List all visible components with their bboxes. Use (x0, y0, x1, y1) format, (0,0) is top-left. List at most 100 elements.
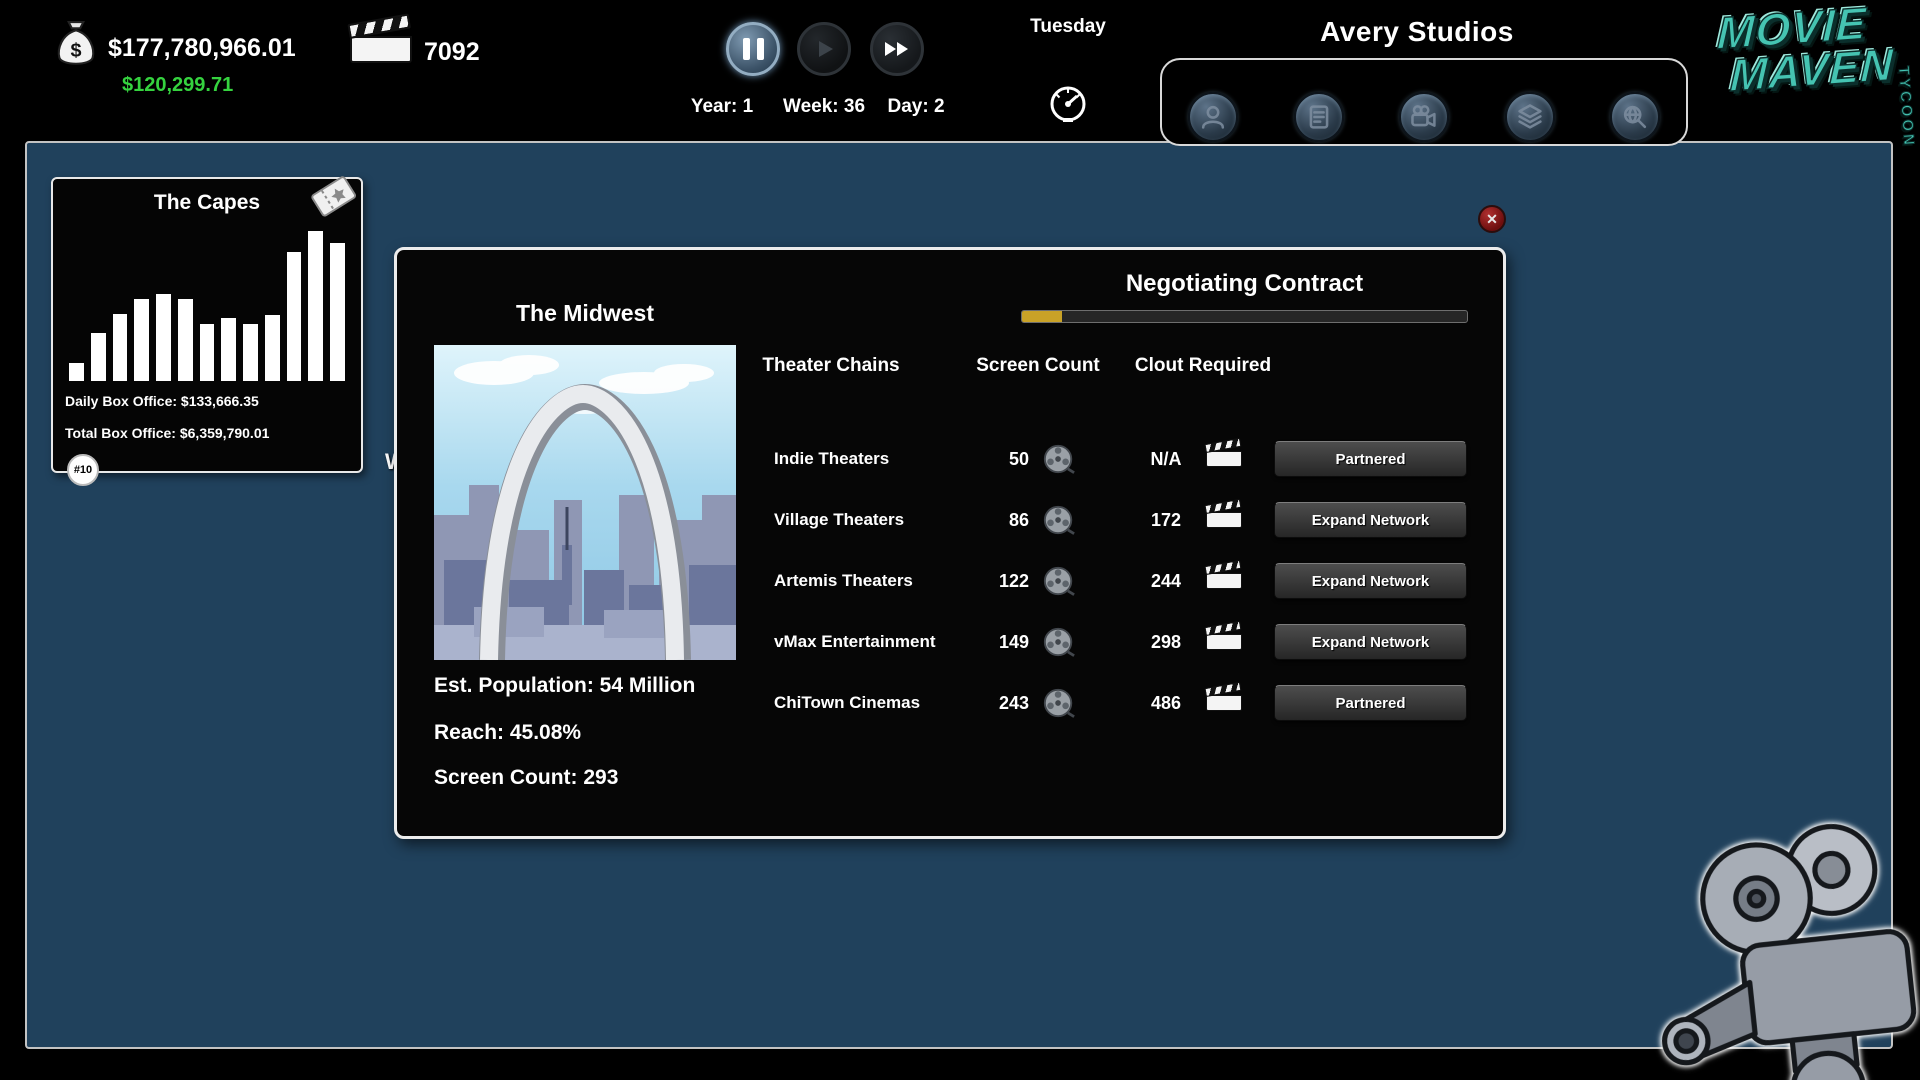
theater-screen-count: 243 (979, 683, 1029, 723)
film-reel-icon (1042, 686, 1076, 725)
money-bag-icon: $ (55, 20, 97, 75)
pause-icon (743, 38, 764, 60)
negotiation-progress-fill (1022, 311, 1062, 322)
close-icon[interactable]: ✕ (1478, 205, 1506, 233)
chart-bar (200, 324, 215, 381)
playfield: W The Capes Daily Box Office: $133,666.3… (25, 141, 1893, 1049)
year-label: Year: 1 (691, 96, 753, 118)
negotiation-progress (1021, 310, 1468, 323)
studio-name: Avery Studios (1320, 16, 1514, 48)
theater-row: Indie Theaters 50 N/A Partnered (774, 439, 1474, 479)
game-logo: MOVIE MAVEN TYCOON (1716, 0, 1919, 202)
column-header-clout: Clout Required (1133, 354, 1273, 377)
theater-row: ChiTown Cinemas 243 486 Partnered (774, 683, 1474, 723)
theater-screen-count: 149 (979, 622, 1029, 662)
film-projector-graphic (1613, 783, 1920, 1080)
clout-total: 7092 (424, 38, 480, 67)
clapperboard-icon (350, 24, 412, 63)
theater-name: Artemis Theaters (774, 561, 913, 601)
clapperboard-icon (1206, 505, 1242, 528)
est-population: Est. Population: 54 Million (434, 674, 695, 698)
clapperboard-icon (1206, 444, 1242, 467)
chart-bar (69, 363, 84, 381)
movie-performance-card[interactable]: The Capes Daily Box Office: $133,666.35 … (51, 177, 363, 473)
theater-action-button[interactable]: Partnered (1274, 441, 1467, 477)
chart-bar (265, 315, 280, 381)
theater-row: Artemis Theaters 122 244 Expand Network (774, 561, 1474, 601)
chart-bar (308, 231, 323, 381)
theater-name: Indie Theaters (774, 439, 889, 479)
theater-clout-required: 244 (1136, 561, 1196, 601)
pause-button[interactable] (726, 22, 780, 76)
theater-action-button[interactable]: Expand Network (1274, 563, 1467, 599)
movie-title: The Capes (154, 191, 260, 215)
production-menu-button[interactable] (1399, 92, 1449, 142)
chart-bar (178, 299, 193, 382)
region-image-gateway-arch (434, 345, 736, 660)
theater-clout-required: N/A (1136, 439, 1196, 479)
theater-action-button[interactable]: Expand Network (1274, 624, 1467, 660)
game-screen: W The Capes Daily Box Office: $133,666.3… (0, 0, 1920, 1080)
chart-bar (156, 294, 171, 381)
profile-menu-button[interactable] (1188, 92, 1238, 142)
theater-action-button[interactable]: Expand Network (1274, 502, 1467, 538)
clapperboard-icon (1206, 566, 1242, 589)
profile-icon (1198, 102, 1228, 132)
play-button[interactable] (797, 22, 851, 76)
day-label: Day: 2 (887, 96, 944, 118)
svg-text:$: $ (70, 39, 81, 61)
daily-box-office: Daily Box Office: $133,666.35 (65, 393, 259, 409)
assets-menu-button[interactable] (1505, 92, 1555, 142)
chart-bar (91, 333, 106, 381)
theater-clout-required: 172 (1136, 500, 1196, 540)
box-office-chart (69, 231, 345, 381)
fast-forward-icon (882, 37, 912, 61)
week-label: Week: 36 (783, 96, 865, 118)
total-box-office: Total Box Office: $6,359,790.01 (65, 425, 269, 441)
logo-word-maven: MAVEN (1729, 42, 1910, 98)
menu-tab (1160, 58, 1688, 146)
contract-scroll-icon (1304, 102, 1334, 132)
theater-clout-required: 486 (1136, 683, 1196, 723)
theater-screen-count: 122 (979, 561, 1029, 601)
film-reel-icon (1042, 442, 1076, 481)
theater-name: Village Theaters (774, 500, 904, 540)
chart-bar (113, 314, 128, 382)
theater-action-button[interactable]: Partnered (1274, 685, 1467, 721)
screen-count: Screen Count: 293 (434, 766, 618, 790)
contracts-menu-button[interactable] (1294, 92, 1344, 142)
negotiation-title: Negotiating Contract (1021, 270, 1468, 298)
search-globe-icon (1620, 102, 1650, 132)
chart-bar (134, 299, 149, 382)
movie-camera-icon (1409, 102, 1439, 132)
reach: Reach: 45.08% (434, 721, 581, 745)
cash-change: $120,299.71 (122, 74, 233, 97)
theater-name: ChiTown Cinemas (774, 683, 920, 723)
theater-name: vMax Entertainment (774, 622, 936, 662)
column-header-theater: Theater Chains (761, 354, 901, 377)
chart-bar (243, 324, 258, 381)
speed-gauge-icon[interactable] (1046, 82, 1090, 131)
film-reel-icon (1042, 564, 1076, 603)
film-reel-icon (1042, 625, 1076, 664)
fast-forward-button[interactable] (870, 22, 924, 76)
negotiation-modal: The Midwest (394, 247, 1506, 839)
region-title: The Midwest (516, 300, 654, 327)
theater-row: vMax Entertainment 149 298 Expand Networ… (774, 622, 1474, 662)
chart-bar (330, 243, 345, 381)
chart-bar (221, 318, 236, 381)
theater-screen-count: 50 (979, 439, 1029, 479)
column-header-screens: Screen Count (968, 354, 1108, 377)
clapperboard-icon (1206, 688, 1242, 711)
theater-row: Village Theaters 86 172 Expand Network (774, 500, 1474, 540)
research-menu-button[interactable] (1610, 92, 1660, 142)
film-reel-icon (1042, 503, 1076, 542)
weekday-label: Tuesday (1030, 16, 1106, 38)
theater-screen-count: 86 (979, 500, 1029, 540)
rank-badge: #10 (67, 454, 99, 486)
cash-total: $177,780,966.01 (108, 34, 296, 63)
theater-clout-required: 298 (1136, 622, 1196, 662)
ticket-icon (310, 175, 360, 222)
play-icon (812, 37, 836, 61)
chart-bar (287, 252, 302, 381)
